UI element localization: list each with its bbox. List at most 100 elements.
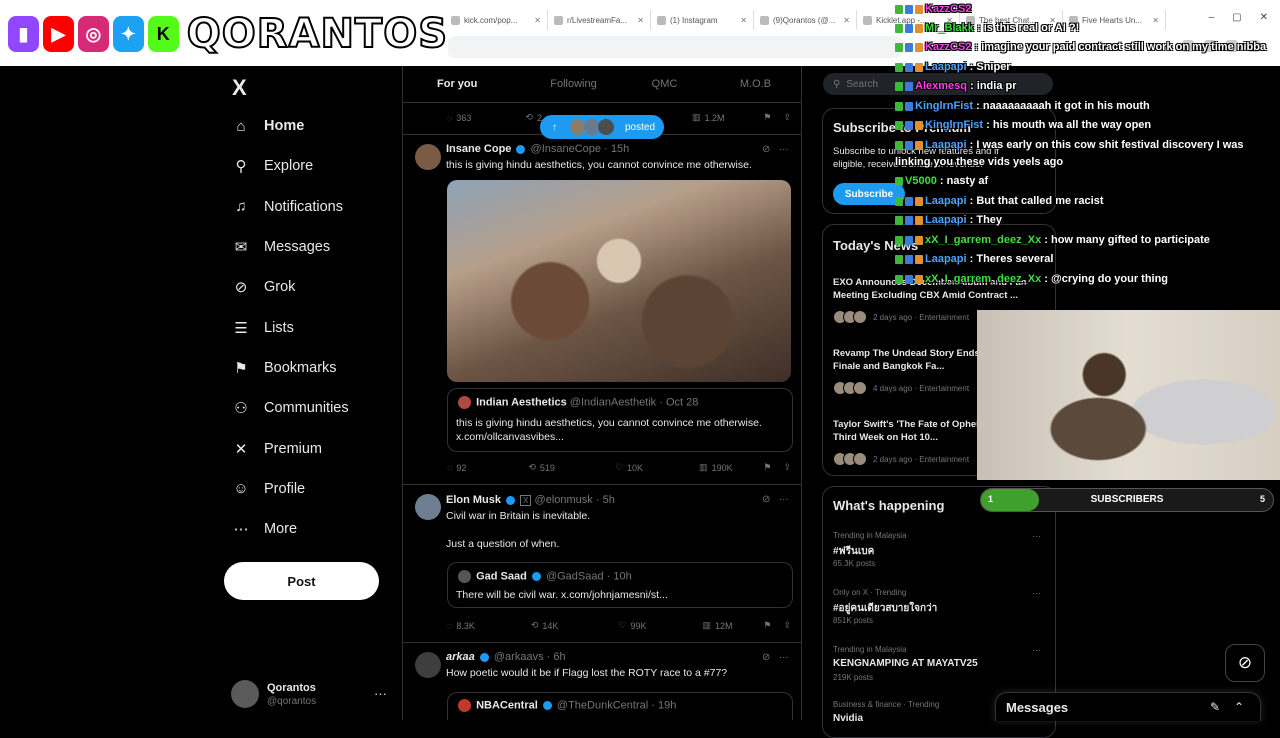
- minimize-button[interactable]: –: [1209, 12, 1215, 23]
- grok-icon[interactable]: ⊘: [762, 494, 770, 505]
- sidebar-item-communities[interactable]: ⚇ Communities: [224, 388, 348, 428]
- sidebar-item-notifications[interactable]: ♫ Notifications: [224, 187, 349, 227]
- new-posts-pill[interactable]: ↑ posted: [540, 115, 664, 139]
- webcam-feed: [977, 310, 1280, 480]
- tweet-image[interactable]: [447, 180, 791, 382]
- close-window-button[interactable]: ✕: [1260, 12, 1268, 23]
- sidebar-item-grok[interactable]: ⊘ Grok: [224, 267, 349, 307]
- trend-item[interactable]: #ฟรีนเบค: [833, 544, 874, 559]
- views-button[interactable]: ▥ 1.2M: [692, 112, 725, 123]
- bookmark-icon[interactable]: ⚑: [763, 112, 771, 123]
- tweet-actions: ◌ 8.3K ⟲ 14K ♡ 99K ▥ 12M ⚑ ⇪: [447, 620, 791, 631]
- grok-icon[interactable]: ⊘: [762, 144, 770, 155]
- quoted-tweet[interactable]: NBACentral @TheDunkCentral · 19h: [447, 692, 793, 720]
- browser-tab[interactable]: (1) Instagram ✕: [651, 10, 754, 30]
- author-handle[interactable]: @elonmusk: [535, 494, 593, 506]
- grok-icon[interactable]: ⊘: [762, 652, 770, 663]
- author-handle[interactable]: @arkaavs: [494, 651, 544, 663]
- bookmark-icon[interactable]: ⚑: [763, 620, 771, 631]
- sidebar-item-more[interactable]: ⋯ More: [224, 509, 349, 549]
- post-button[interactable]: Post: [224, 562, 379, 600]
- reply-count: 92: [456, 462, 467, 473]
- like-button[interactable]: ♡ 99K: [618, 620, 646, 631]
- more-dots-icon[interactable]: ···: [1032, 531, 1041, 541]
- sidebar-item-home[interactable]: ⌂ Home: [224, 106, 349, 146]
- close-tab-icon[interactable]: ✕: [534, 16, 541, 25]
- sidebar-item-messages[interactable]: ✉ Messages: [224, 227, 349, 267]
- sidebar-item-premium[interactable]: ✕ Premium: [224, 428, 349, 468]
- browser-tab[interactable]: (9)Qorantos (@... ✕: [754, 10, 857, 30]
- share-icon[interactable]: ⇪: [783, 462, 791, 473]
- more-dots-icon[interactable]: ···: [779, 652, 789, 663]
- browser-tab[interactable]: kick.com/pop... ✕: [445, 10, 548, 30]
- chat-badge-icon: [915, 42, 923, 52]
- quoted-tweet[interactable]: Indian Aesthetics @IndianAesthetik · Oct…: [447, 388, 793, 452]
- tab-for-you[interactable]: For you: [403, 66, 528, 102]
- share-icon[interactable]: ⇪: [783, 112, 791, 123]
- close-tab-icon[interactable]: ✕: [1152, 16, 1159, 25]
- sidebar-item-lists[interactable]: ☰ Lists: [224, 307, 349, 347]
- tweet-time[interactable]: 6h: [553, 651, 565, 663]
- more-dots-icon[interactable]: ···: [1032, 588, 1041, 598]
- repost-button[interactable]: ⟲ 2: [525, 112, 542, 123]
- quoted-tweet[interactable]: Gad Saad @GadSaad · 10h There will be ci…: [447, 562, 793, 608]
- quoted-link[interactable]: x.com/ollcanvasvibes...: [456, 431, 564, 443]
- reply-button[interactable]: ◌ 8.3K: [447, 621, 475, 631]
- sidebar-item-explore[interactable]: ⚲ Explore: [224, 146, 349, 186]
- views-button[interactable]: ▥ 190K: [699, 462, 733, 473]
- more-dots-icon[interactable]: ···: [374, 686, 387, 701]
- close-tab-icon[interactable]: ✕: [843, 16, 850, 25]
- search-icon: ⚲: [833, 78, 841, 90]
- trend-item[interactable]: KENGNAMPING AT MAYATV25: [833, 658, 978, 669]
- account-handle: @qorantos: [267, 696, 317, 707]
- reply-button[interactable]: ◌ 92: [447, 463, 466, 473]
- maximize-button[interactable]: ▢: [1232, 12, 1241, 23]
- address-bar[interactable]: [445, 36, 905, 58]
- share-icon[interactable]: ⇪: [783, 620, 791, 631]
- more-dots-icon[interactable]: ···: [779, 494, 789, 505]
- sidebar-item-profile[interactable]: ☺ Profile: [224, 469, 349, 509]
- repost-button[interactable]: ⟲ 519: [528, 462, 555, 473]
- trend-item[interactable]: #อยู่คนเดียวสบายใจกว่า: [833, 601, 937, 616]
- browser-tab[interactable]: r/LivestreamFa... ✕: [548, 10, 651, 30]
- author-name[interactable]: Elon Musk: [446, 494, 501, 506]
- trend-count: 65.3K posts: [833, 559, 876, 568]
- chat-username: Mr_Blakk: [925, 22, 974, 34]
- chat-username: xX_I_garrem_deez_Xx: [925, 234, 1042, 246]
- messages-drawer[interactable]: Messages ✎ ⌃: [995, 692, 1261, 721]
- close-tab-icon[interactable]: ✕: [637, 16, 644, 25]
- avatar[interactable]: [415, 144, 441, 170]
- tab-qmc[interactable]: QMC: [619, 66, 710, 102]
- trend-item[interactable]: Nvidia: [833, 713, 863, 724]
- expand-icon[interactable]: ⌃: [1234, 700, 1244, 714]
- avatar-stack: [833, 452, 867, 466]
- author-name[interactable]: Insane Cope: [446, 143, 511, 155]
- avatar: [458, 570, 471, 583]
- like-button[interactable]: ♡ 10K: [615, 462, 643, 473]
- tweet-time[interactable]: 5h: [603, 494, 615, 506]
- tweet-time[interactable]: 15h: [611, 143, 629, 155]
- tweet-tools: ⊘ ···: [762, 652, 789, 663]
- chat-message: Laapapi : I was early on this cow shit f…: [895, 139, 1244, 151]
- author-name[interactable]: arkaa: [446, 651, 475, 663]
- chat-badge-icon: [905, 4, 913, 14]
- avatar[interactable]: [415, 652, 441, 678]
- reply-button[interactable]: ◌ 363: [447, 113, 471, 123]
- more-dots-icon[interactable]: ···: [779, 144, 789, 155]
- more-dots-icon[interactable]: ···: [1032, 645, 1041, 655]
- tab-mob[interactable]: M.O.B: [710, 66, 801, 102]
- compose-message-icon[interactable]: ✎: [1210, 700, 1220, 714]
- tab-following[interactable]: Following: [528, 66, 619, 102]
- repost-button[interactable]: ⟲ 14K: [531, 620, 559, 631]
- views-button[interactable]: ▥ 12M: [703, 620, 733, 631]
- account-switcher[interactable]: Qorantos @qorantos ···: [231, 680, 391, 710]
- close-tab-icon[interactable]: ✕: [740, 16, 747, 25]
- x-logo-icon[interactable]: X: [232, 75, 247, 101]
- chat-text: is this real or AI ?!: [983, 22, 1080, 34]
- bookmark-icon[interactable]: ⚑: [763, 462, 771, 473]
- chat-message: Laapapi : Sniper: [895, 61, 1011, 73]
- sidebar-item-bookmarks[interactable]: ⚑ Bookmarks: [224, 348, 349, 388]
- avatar[interactable]: [415, 494, 441, 520]
- author-handle[interactable]: @InsaneCope: [531, 143, 602, 155]
- grok-button[interactable]: ⊘: [1225, 644, 1265, 682]
